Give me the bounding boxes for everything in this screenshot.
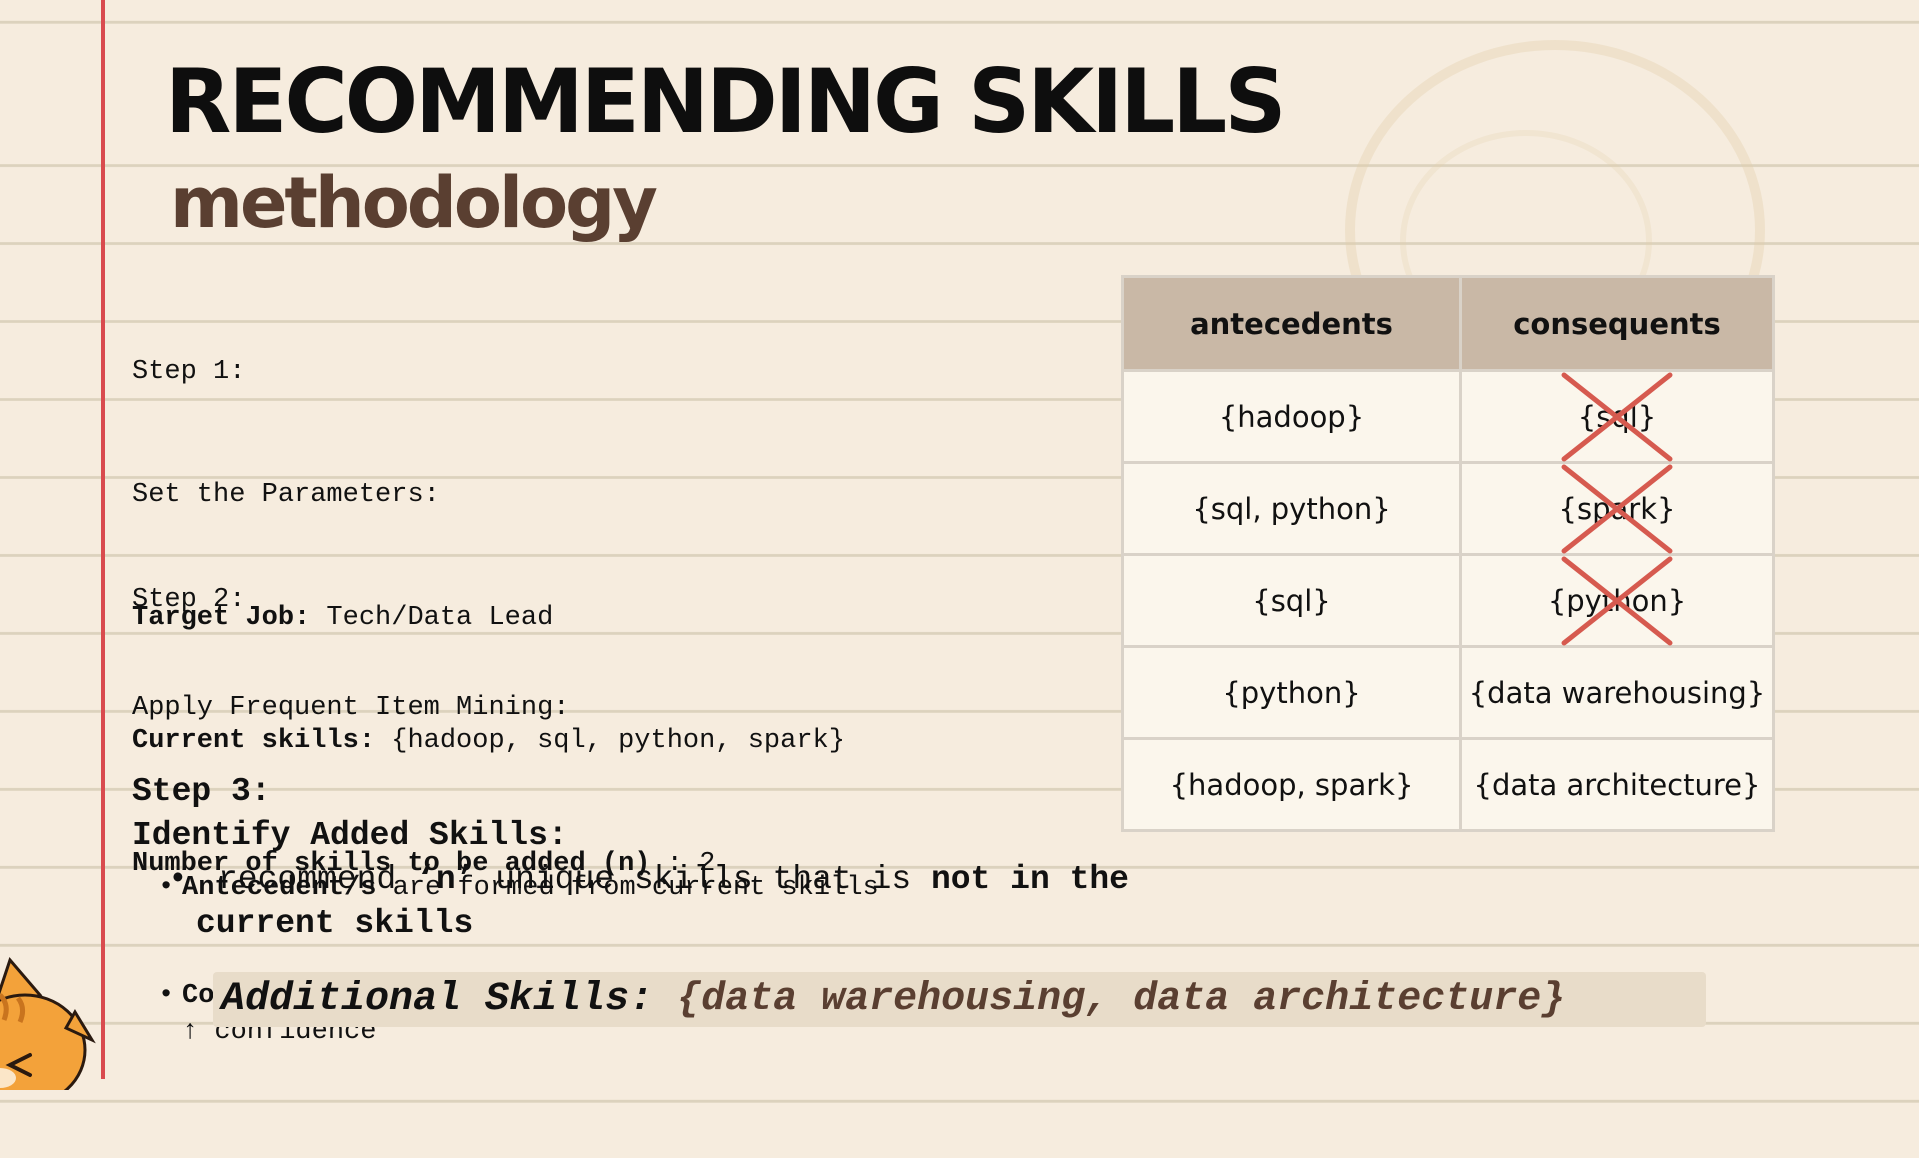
cat-mascot-icon — [0, 957, 96, 1090]
consequent-value: {sql} — [1577, 399, 1657, 434]
step1-heading: Step 1: — [132, 357, 246, 387]
step3-heading: Step 3: — [132, 773, 271, 810]
consequent-crossed-out: {python} — [1547, 556, 1687, 645]
step3-subheading: Identify Added Skills: — [132, 817, 568, 854]
additional-skills-value: {data warehousing, data architecture} — [677, 977, 1566, 1022]
rec-text: recommend — [218, 861, 417, 898]
bullet-dot: • — [168, 861, 188, 898]
antecedent-cell: {python} — [1121, 645, 1462, 740]
additional-skills-banner: Additional Skills: {data warehousing, da… — [213, 972, 1706, 1027]
header-antecedents: antecedents — [1121, 275, 1462, 372]
consequent-crossed-out: {sql} — [1561, 372, 1673, 461]
step3-block: Step 3: Identify Added Skills: — [132, 770, 568, 858]
notebook-margin-line — [101, 0, 105, 1079]
recommendation-line-2: current skills — [196, 905, 474, 942]
recommendation-line-1: recommend ‘n’ unique skills that is not … — [218, 858, 1129, 902]
antecedent-cell: {sql} — [1121, 553, 1462, 648]
slide-subtitle: methodology — [170, 162, 658, 244]
rec-text-2: unique skills that is — [475, 861, 931, 898]
consequent-value: {spark} — [1558, 491, 1676, 526]
consequent-cell: {python} — [1459, 553, 1775, 648]
consequent-cell: {sql} — [1459, 369, 1775, 464]
additional-skills-label: Additional Skills: — [221, 977, 678, 1022]
slide-title: RECOMMENDING SKILLS — [165, 50, 1286, 153]
table-row: {sql} {python} — [1121, 553, 1775, 648]
association-rules-table: antecedents consequents {hadoop} {sql} {… — [1121, 275, 1775, 832]
consequent-cell: {spark} — [1459, 461, 1775, 556]
antecedent-cell: {hadoop} — [1121, 369, 1462, 464]
table-row: {hadoop, spark} {data architecture} — [1121, 737, 1775, 832]
header-consequents: consequents — [1459, 275, 1775, 372]
consequent-cell: {data architecture} — [1459, 737, 1775, 832]
table-row: {python} {data warehousing} — [1121, 645, 1775, 740]
antecedent-cell: {sql, python} — [1121, 461, 1462, 556]
step2-heading: Step 2: — [132, 585, 246, 615]
consequent-value: {python} — [1547, 583, 1687, 618]
table-row: {sql, python} {spark} — [1121, 461, 1775, 556]
table-row: {hadoop} {sql} — [1121, 369, 1775, 464]
rec-bold: not in the — [930, 861, 1129, 898]
table-header-row: antecedents consequents — [1121, 275, 1775, 372]
consequent-cell: {data warehousing} — [1459, 645, 1775, 740]
step3-recommendation: • recommend ‘n’ unique skills that is no… — [160, 858, 1129, 946]
antecedent-cell: {hadoop, spark} — [1121, 737, 1462, 832]
rec-n: ‘n’ — [416, 861, 476, 898]
step2-subheading: Apply Frequent Item Mining: — [132, 693, 570, 723]
consequent-crossed-out: {spark} — [1558, 464, 1676, 553]
